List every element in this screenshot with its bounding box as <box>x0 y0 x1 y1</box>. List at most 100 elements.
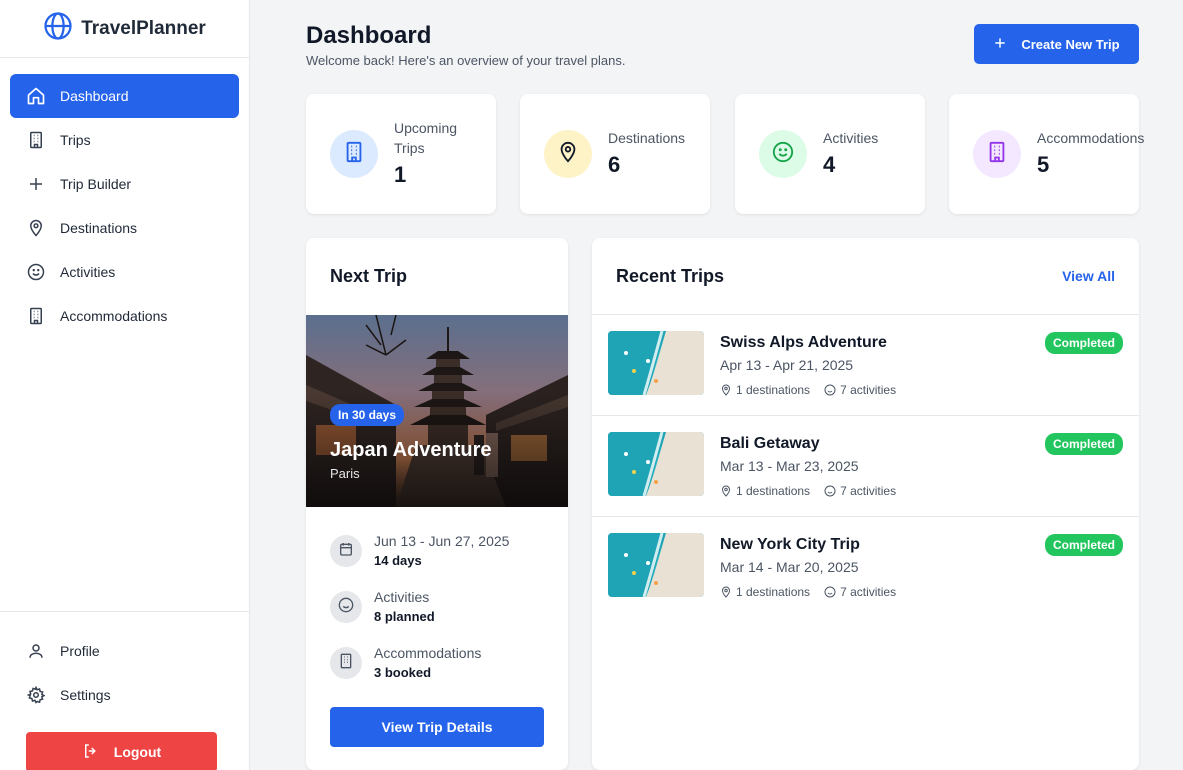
detail-label: Jun 13 - Jun 27, 2025 <box>374 533 510 549</box>
building-icon <box>986 141 1008 168</box>
sidebar-bottom: Profile Settings <box>0 611 249 717</box>
stat-value: 1 <box>394 162 407 187</box>
sidebar: TravelPlanner Dashboard Trips Trip Build… <box>0 0 250 770</box>
sidebar-item-label: Activities <box>60 264 116 280</box>
detail-label: Activities <box>374 589 430 605</box>
smile-icon <box>338 597 354 618</box>
status-badge: Completed <box>1044 332 1123 354</box>
home-icon <box>26 86 46 106</box>
create-new-trip-label: Create New Trip <box>1021 36 1120 52</box>
next-trip-location: Paris <box>330 466 360 481</box>
page-title: Dashboard <box>306 22 432 49</box>
sidebar-item-label: Trip Builder <box>60 176 132 192</box>
building-icon <box>26 306 46 326</box>
sidebar-item-accommodations[interactable]: Accommodations <box>10 294 239 338</box>
sidebar-item-dashboard[interactable]: Dashboard <box>10 74 239 118</box>
stat-label: Upcoming Trips <box>394 120 458 156</box>
stat-label: Destinations <box>608 130 686 146</box>
stat-value: 6 <box>608 152 621 177</box>
trip-row[interactable]: Swiss Alps Adventure Apr 13 - Apr 21, 20… <box>592 315 1139 416</box>
destinations-count: 1 destinations <box>720 383 810 397</box>
plus-icon <box>993 36 1007 53</box>
trip-row[interactable]: Bali Getaway Mar 13 - Mar 23, 2025 1 des… <box>592 416 1139 517</box>
trip-thumbnail <box>608 432 704 496</box>
sidebar-item-activities[interactable]: Activities <box>10 250 239 294</box>
user-icon <box>26 641 46 661</box>
stat-value: 5 <box>1037 152 1050 177</box>
stat-icon-circle <box>973 130 1021 178</box>
building-icon <box>26 130 46 150</box>
logout-label: Logout <box>113 744 162 760</box>
sidebar-item-trip-builder[interactable]: Trip Builder <box>10 162 239 206</box>
brand[interactable]: TravelPlanner <box>0 0 249 58</box>
recent-trips-title: Recent Trips <box>616 266 725 286</box>
stat-card-activities[interactable]: Activities 4 <box>735 94 925 214</box>
stat-value: 4 <box>823 152 836 177</box>
gear-icon <box>26 685 46 705</box>
logout-button[interactable]: Logout <box>26 732 217 770</box>
map-pin-icon <box>721 485 731 497</box>
stat-card-upcoming-trips[interactable]: Upcoming Trips 1 <box>306 94 496 214</box>
building-icon <box>338 653 354 674</box>
sidebar-item-label: Dashboard <box>60 88 129 104</box>
page-subtitle: Welcome back! Here's an overview of your… <box>306 53 626 68</box>
activities-count: 7 activities <box>824 383 896 397</box>
detail-icon-circle <box>330 535 362 567</box>
trip-name: Bali Getaway <box>720 435 820 452</box>
sidebar-item-destinations[interactable]: Destinations <box>10 206 239 250</box>
smile-icon <box>824 384 836 396</box>
create-new-trip-button[interactable]: Create New Trip <box>974 24 1139 64</box>
sidebar-item-settings[interactable]: Settings <box>10 673 239 717</box>
view-trip-details-button[interactable]: View Trip Details <box>330 707 544 747</box>
trip-thumbnail <box>608 331 704 395</box>
sidebar-item-profile[interactable]: Profile <box>10 629 239 673</box>
trip-dates: Mar 14 - Mar 20, 2025 <box>720 559 859 575</box>
brand-name: TravelPlanner <box>81 17 206 39</box>
detail-icon-circle <box>330 591 362 623</box>
trip-meta: 1 destinations 7 activities <box>720 585 896 599</box>
activities-count: 7 activities <box>824 585 896 599</box>
main-content: Dashboard Welcome back! Here's an overvi… <box>250 0 1183 770</box>
map-pin-icon <box>721 384 731 396</box>
trip-thumbnail <box>608 533 704 597</box>
building-icon <box>343 141 365 168</box>
status-badge: Completed <box>1044 534 1123 556</box>
sidebar-item-label: Destinations <box>60 220 138 236</box>
next-trip-name: Japan Adventure <box>330 439 492 461</box>
sidebar-item-label: Profile <box>60 643 100 659</box>
calendar-icon <box>338 541 354 562</box>
trip-name: Swiss Alps Adventure <box>720 334 887 351</box>
status-badge: Completed <box>1044 433 1123 455</box>
globe-icon <box>43 11 73 46</box>
next-trip-image[interactable]: In 30 days Japan Adventure Paris <box>306 315 568 507</box>
stat-icon-circle <box>544 130 592 178</box>
destinations-count: 1 destinations <box>720 585 810 599</box>
plus-icon <box>26 174 46 194</box>
smile-icon <box>824 485 836 497</box>
detail-value: 3 booked <box>374 665 432 680</box>
trip-name: New York City Trip <box>720 536 860 553</box>
stat-icon-circle <box>330 130 378 178</box>
sidebar-item-trips[interactable]: Trips <box>10 118 239 162</box>
detail-icon-circle <box>330 647 362 679</box>
trip-row[interactable]: New York City Trip Mar 14 - Mar 20, 2025… <box>592 517 1139 618</box>
stat-label: Activities <box>823 130 879 146</box>
trip-meta: 1 destinations 7 activities <box>720 383 896 397</box>
view-all-link[interactable]: View All <box>1062 268 1115 284</box>
sidebar-item-label: Trips <box>60 132 91 148</box>
smile-icon <box>26 262 46 282</box>
detail-value: 8 planned <box>374 609 435 624</box>
trip-meta: 1 destinations 7 activities <box>720 484 896 498</box>
stat-card-destinations[interactable]: Destinations 6 <box>520 94 710 214</box>
beach-image <box>608 432 704 496</box>
next-trip-title: Next Trip <box>330 266 408 286</box>
stat-card-accommodations[interactable]: Accommodations 5 <box>949 94 1144 214</box>
smile-icon <box>824 586 836 598</box>
stat-icon-circle <box>759 130 807 178</box>
trip-detail-dates: Jun 13 - Jun 27, 2025 14 days <box>330 533 550 573</box>
logout-icon <box>82 742 100 763</box>
sidebar-item-label: Settings <box>60 687 111 703</box>
trip-detail-activities: Activities 8 planned <box>330 589 550 629</box>
beach-image <box>608 331 704 395</box>
trip-dates: Mar 13 - Mar 23, 2025 <box>720 458 859 474</box>
